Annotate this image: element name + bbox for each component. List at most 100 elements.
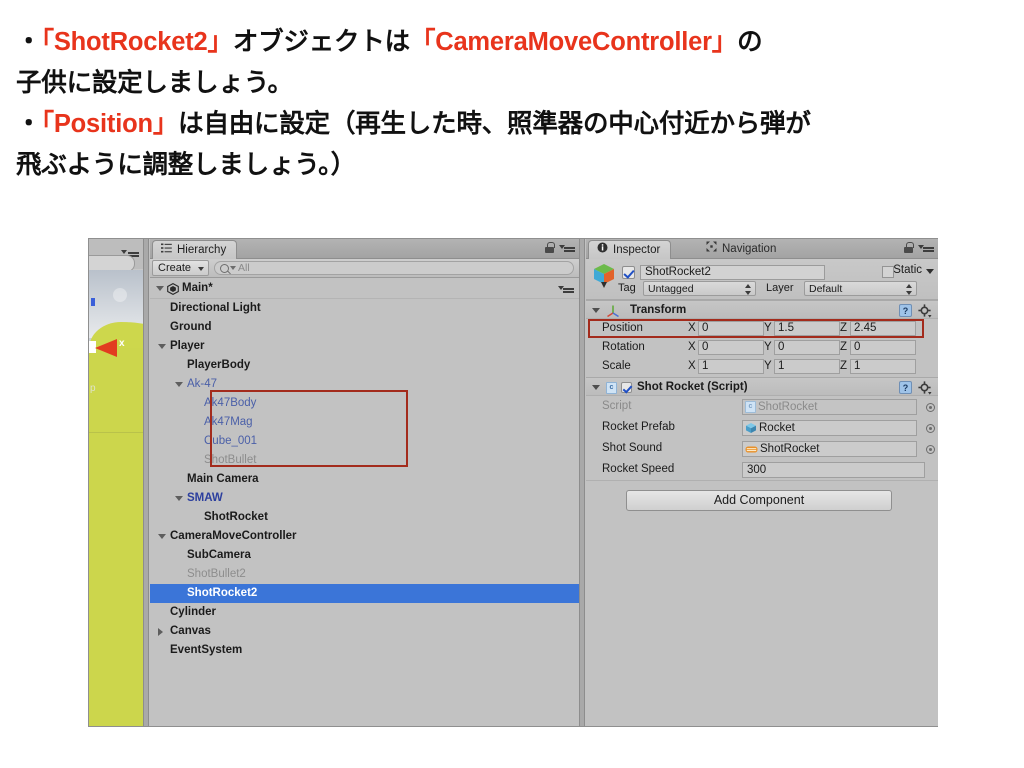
hierarchy-scene-row[interactable]: Main* — [150, 279, 579, 299]
transform-component-header[interactable]: Transform ? — [586, 300, 938, 319]
gameobject-name-field[interactable]: ShotRocket2 — [640, 265, 825, 280]
transform-position-y-input[interactable]: 1.5 — [774, 321, 840, 336]
rocket-speed-value: 300 — [747, 464, 767, 476]
hierarchy-item-label: Main Camera — [187, 473, 259, 485]
transform-scale-x-input[interactable]: 1 — [698, 359, 764, 374]
panel-splitter[interactable] — [579, 239, 585, 726]
hierarchy-item-cube-001[interactable]: Cube_001 — [150, 432, 579, 451]
transform-scale-z-input[interactable]: 1 — [850, 359, 916, 374]
help-icon[interactable]: ? — [899, 304, 912, 317]
hierarchy-item-ak-47[interactable]: Ak-47 — [150, 375, 579, 394]
hierarchy-item-canvas[interactable]: Canvas — [150, 622, 579, 641]
move-gizmo-x-arrow-icon[interactable] — [95, 339, 117, 357]
rocket-speed-field[interactable]: 300 — [742, 462, 925, 478]
hierarchy-item-label: SubCamera — [187, 549, 251, 561]
script-row-label: Rocket Speed — [602, 463, 675, 475]
hierarchy-search-input[interactable]: All — [214, 261, 574, 275]
hierarchy-item-subcamera[interactable]: SubCamera — [150, 546, 579, 565]
twirl-open-icon[interactable] — [158, 344, 166, 349]
transform-rotation-x-input[interactable]: 0 — [698, 340, 764, 355]
hierarchy-item-ground[interactable]: Ground — [150, 318, 579, 337]
twirl-open-icon[interactable] — [156, 286, 164, 291]
object-picker-icon[interactable] — [926, 445, 935, 454]
panel-menu-icon[interactable] — [558, 284, 574, 293]
hierarchy-item-label: ShotRocket2 — [187, 587, 258, 599]
static-checkbox[interactable] — [882, 266, 894, 278]
axis-label-z: Z — [840, 341, 848, 353]
transform-scale-y-input[interactable]: 1 — [774, 359, 840, 374]
slide-line: ・「ShotRocket2」オブジェクトは「CameraMoveControll… — [16, 22, 1008, 63]
terrain-ground — [89, 348, 143, 726]
hierarchy-item-main-camera[interactable]: Main Camera — [150, 470, 579, 489]
chevron-down-icon — [198, 267, 204, 271]
hierarchy-item-label: Cylinder — [170, 606, 217, 618]
hierarchy-item-cameramovecontroller[interactable]: CameraMoveController — [150, 527, 579, 546]
panel-menu-icon[interactable] — [918, 243, 934, 252]
hierarchy-item-smaw[interactable]: SMAW — [150, 489, 579, 508]
hierarchy-item-player[interactable]: Player — [150, 337, 579, 356]
hierarchy-item-label: Ak47Mag — [204, 416, 253, 428]
transform-row-position: Position X 0 Y 1.5 Z 2.45 — [586, 319, 938, 338]
search-icon — [220, 263, 229, 273]
hierarchy-tree[interactable]: Main* Directional Light Ground Player Playe… — [150, 279, 579, 726]
panel-menu-icon[interactable] — [559, 243, 575, 252]
hierarchy-item-shotrocket2[interactable]: ShotRocket2 — [150, 584, 579, 603]
hierarchy-item-eventsystem[interactable]: EventSystem — [150, 641, 579, 660]
tab-hierarchy[interactable]: Hierarchy — [152, 240, 238, 259]
slide-text-plain: 飛ぶように調整しましょう。） — [16, 151, 356, 179]
axis-label-x: X — [688, 360, 696, 372]
script-component-title: Shot Rocket (Script) — [637, 381, 748, 393]
object-picker-icon[interactable] — [926, 403, 935, 412]
create-button[interactable]: Create — [152, 260, 209, 276]
hierarchy-item-label: SMAW — [187, 492, 223, 504]
chevron-down-icon[interactable] — [926, 269, 934, 274]
component-enabled-checkbox[interactable] — [621, 382, 632, 393]
slide-text-plain: ・ — [16, 28, 42, 56]
shot-sound-value: ShotRocket — [760, 443, 820, 455]
tab-navigation[interactable]: Navigation — [698, 240, 786, 259]
panel-splitter[interactable] — [143, 239, 149, 726]
transform-position-z-input[interactable]: 2.45 — [850, 321, 916, 336]
object-picker-icon[interactable] — [926, 424, 935, 433]
twirl-open-icon[interactable] — [175, 496, 183, 501]
hierarchy-item-label: Directional Light — [170, 302, 261, 314]
scene-viewport[interactable]: x p — [89, 270, 143, 726]
hierarchy-toolbar: Create All — [150, 259, 579, 278]
inspector-tabbar: Inspector Navigation — [586, 239, 938, 259]
hierarchy-item-shotrocket[interactable]: ShotRocket — [150, 508, 579, 527]
help-icon[interactable]: ? — [899, 381, 912, 394]
scene-view-panel[interactable]: x p — [89, 239, 143, 726]
transform-position-x-input[interactable]: 0 — [698, 321, 764, 336]
add-component-button[interactable]: Add Component — [626, 490, 892, 511]
shot-sound-field[interactable]: ShotRocket — [742, 441, 917, 457]
tab-inspector[interactable]: Inspector — [588, 240, 672, 259]
layer-dropdown[interactable]: Default — [804, 281, 917, 296]
lock-icon[interactable] — [545, 242, 555, 253]
script-field[interactable]: c ShotRocket — [742, 399, 917, 415]
gameobject-active-checkbox[interactable] — [622, 266, 635, 279]
scene-view-toolbar — [89, 239, 143, 272]
twirl-open-icon[interactable] — [175, 382, 183, 387]
twirl-open-icon[interactable] — [592, 308, 600, 313]
hierarchy-item-ak47body[interactable]: Ak47Body — [150, 394, 579, 413]
transform-rotation-z-input[interactable]: 0 — [850, 340, 916, 355]
hierarchy-item-cylinder[interactable]: Cylinder — [150, 603, 579, 622]
script-row-label: Script — [602, 400, 632, 412]
twirl-open-icon[interactable] — [592, 385, 600, 390]
hierarchy-item-ak47mag[interactable]: Ak47Mag — [150, 413, 579, 432]
gizmo-axis-label: x — [119, 338, 125, 349]
navigation-icon — [706, 240, 717, 259]
twirl-closed-icon[interactable] — [158, 628, 163, 636]
rocket-prefab-field[interactable]: Rocket — [742, 420, 917, 436]
tag-dropdown[interactable]: Untagged — [643, 281, 756, 296]
script-component-header[interactable]: c Shot Rocket (Script) ? — [586, 377, 938, 396]
lock-icon[interactable] — [904, 242, 914, 253]
gear-icon[interactable] — [918, 304, 932, 318]
hierarchy-item-shotbullet[interactable]: ShotBullet — [150, 451, 579, 470]
transform-rotation-y-input[interactable]: 0 — [774, 340, 840, 355]
gear-icon[interactable] — [918, 381, 932, 395]
hierarchy-item-playerbody[interactable]: PlayerBody — [150, 356, 579, 375]
hierarchy-item-shotbullet2[interactable]: ShotBullet2 — [150, 565, 579, 584]
hierarchy-item-directional-light[interactable]: Directional Light — [150, 299, 579, 318]
twirl-open-icon[interactable] — [158, 534, 166, 539]
